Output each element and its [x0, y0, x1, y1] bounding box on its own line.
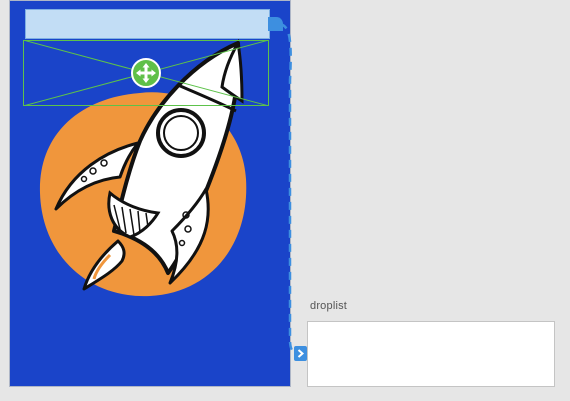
droplist-artboard[interactable] [307, 321, 555, 387]
link-connector[interactable] [268, 16, 284, 32]
link-target[interactable] [294, 346, 307, 361]
link-connector-icon [268, 17, 283, 31]
move-handle[interactable] [131, 58, 161, 88]
artboard[interactable] [9, 0, 291, 387]
droplist-label[interactable]: droplist [310, 300, 347, 312]
hotspot-rectangle[interactable] [25, 9, 270, 39]
move-arrows-icon [136, 63, 156, 83]
chevron-right-icon [294, 346, 307, 361]
